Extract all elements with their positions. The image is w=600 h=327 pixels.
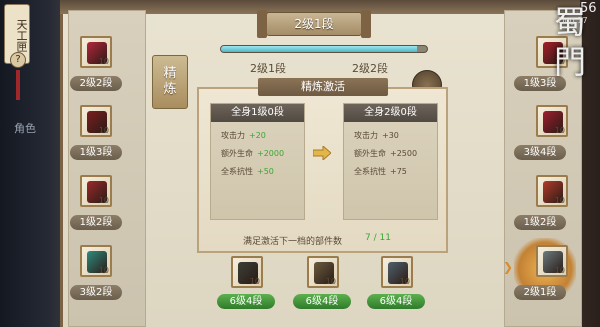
- gear-count: 10: [554, 126, 565, 135]
- bottom-gear-level-1: 6级4段: [293, 294, 351, 309]
- level-title: 2级1段: [257, 10, 371, 38]
- corner-number: 56: [580, 1, 597, 16]
- right-gear-level-1: 3级4段: [514, 145, 566, 160]
- right-gear-slot-2[interactable]: 10: [536, 175, 568, 207]
- stat-resist: 全系抗性 +50: [221, 167, 274, 176]
- stat-attack: 攻击力 +20: [221, 131, 266, 140]
- gear-count: 10: [98, 266, 109, 275]
- gear-count: 10: [325, 277, 336, 286]
- chevron-right-icon: ❯: [503, 260, 514, 274]
- progress-fill: [221, 46, 417, 52]
- gear-count: 10: [249, 277, 260, 286]
- right-gear-slot-3[interactable]: 10: [536, 245, 568, 277]
- requirement-value: 7 / 11: [365, 233, 391, 243]
- dialog-title: 精炼激活: [258, 78, 388, 96]
- left-gear-level-1: 1级3段: [70, 145, 122, 160]
- next-stat-attack: 攻击力 +30: [354, 131, 399, 140]
- current-level-label: 2级1段: [250, 62, 286, 75]
- bottom-gear-level-0: 6级4段: [217, 294, 275, 309]
- stat-extra-life: 额外生命 +2000: [221, 149, 285, 158]
- right-gear-level-3: 2级1段: [514, 285, 566, 300]
- help-icon[interactable]: ?: [10, 52, 26, 68]
- gear-count: 10: [98, 196, 109, 205]
- bottom-gear-slot-0[interactable]: 10: [231, 256, 263, 288]
- gear-count: 10: [554, 266, 565, 275]
- bottom-gear-slot-1[interactable]: 10: [307, 256, 339, 288]
- left-gear-slot-1[interactable]: 10: [80, 105, 112, 137]
- role-label[interactable]: 角色: [14, 120, 36, 136]
- next-stats-box: 全身2级0段 攻击力 +30 额外生命 +2500 全系抗性 +75: [343, 103, 438, 220]
- next-stats-header: 全身2级0段: [344, 104, 437, 122]
- next-level-label: 2级2段: [352, 62, 388, 75]
- refine-progress-bar: [220, 45, 428, 53]
- gear-count: 10: [98, 57, 109, 66]
- left-gear-slot-2[interactable]: 10: [80, 175, 112, 207]
- current-stats-header: 全身1级0段: [211, 104, 304, 122]
- requirement-text: 满足激活下一档的部件数: [243, 237, 343, 247]
- gear-count: 10: [98, 126, 109, 135]
- refine-tab-char-1: 精: [163, 66, 177, 81]
- next-stat-extra-life: 额外生命 +2500: [354, 149, 418, 158]
- gear-count: 10: [554, 196, 565, 205]
- refine-tab[interactable]: 精 炼: [152, 55, 188, 109]
- left-gear-slot-0[interactable]: 10: [80, 36, 112, 68]
- left-gear-level-0: 2级2段: [70, 76, 122, 91]
- gear-count: 10: [399, 277, 410, 286]
- refine-tab-char-2: 炼: [163, 82, 177, 97]
- bottom-gear-level-2: 6级4段: [367, 294, 425, 309]
- left-gear-level-3: 3级2段: [70, 285, 122, 300]
- bottom-gear-slot-2[interactable]: 10: [381, 256, 413, 288]
- right-gear-level-2: 1级2段: [514, 215, 566, 230]
- tassel-decoration: [16, 70, 20, 100]
- logo-subtext: Ling 17: [558, 16, 588, 25]
- arrow-right-icon: [313, 146, 331, 160]
- current-stats-box: 全身1级0段 攻击力 +20 额外生命 +2000 全系抗性 +50: [210, 103, 305, 220]
- left-gear-level-2: 1级2段: [70, 215, 122, 230]
- next-stat-resist: 全系抗性 +75: [354, 167, 407, 176]
- left-gear-slot-3[interactable]: 10: [80, 245, 112, 277]
- right-gear-slot-1[interactable]: 10: [536, 105, 568, 137]
